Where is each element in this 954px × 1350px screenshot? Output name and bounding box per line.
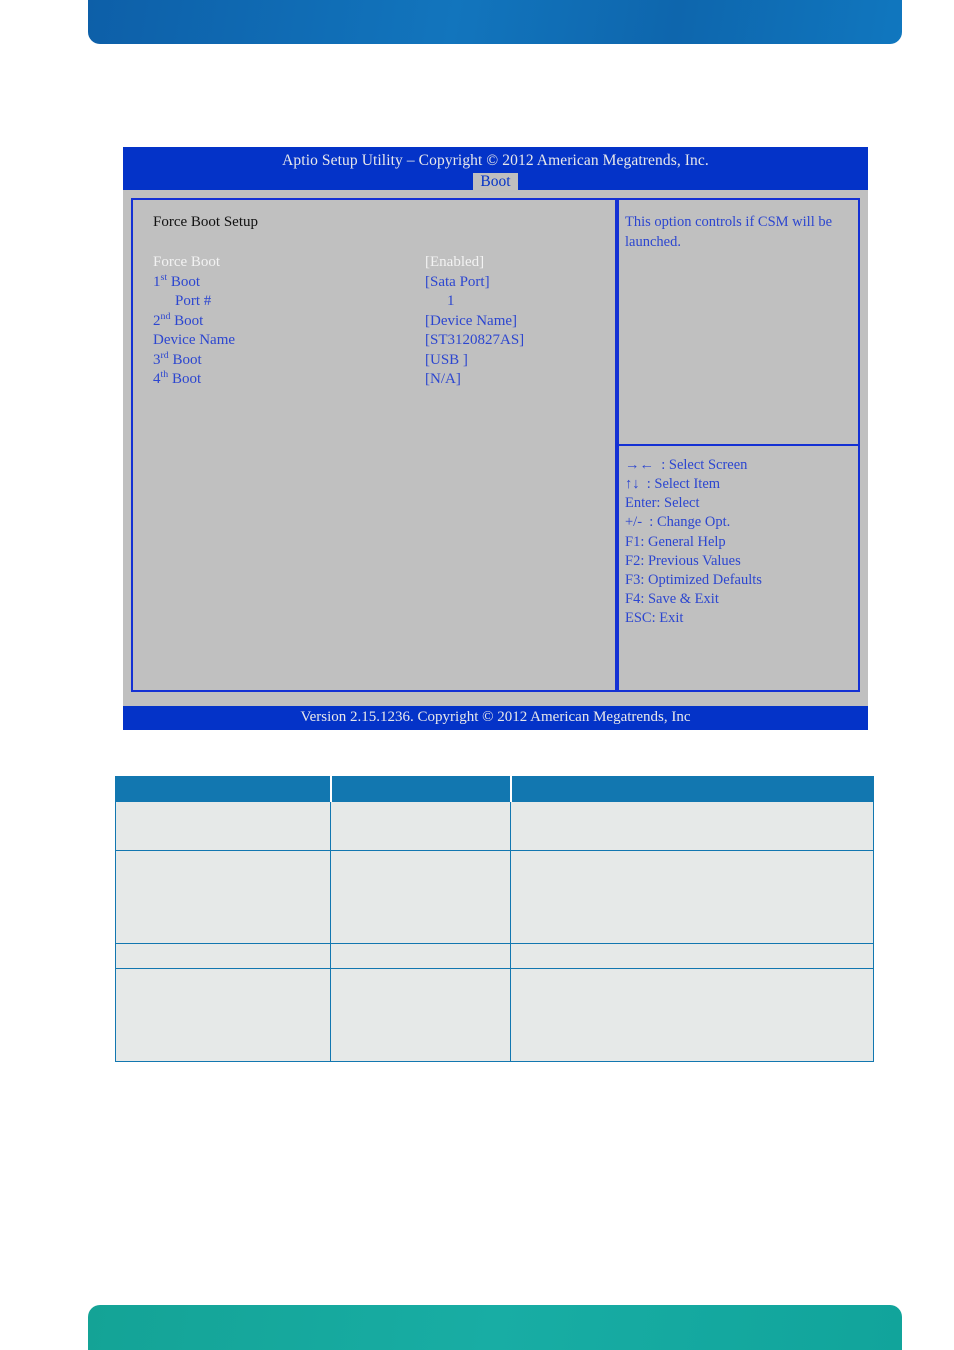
table-cell [115, 801, 331, 851]
key-legend-line: →← : Select Screen [625, 457, 748, 473]
key-legend-line: F2: Previous Values [625, 552, 741, 569]
table-row [115, 943, 874, 969]
help-text: This option controls if CSM will be laun… [625, 214, 833, 250]
setting-value[interactable]: [Sata Port] [425, 273, 615, 293]
bios-setup-screen: Aptio Setup Utility – Copyright © 2012 A… [123, 147, 868, 730]
table-cell [330, 943, 511, 969]
setting-value[interactable]: [Enabled] [425, 253, 615, 273]
setting-label: 3rd Boot [153, 349, 202, 368]
bios-title: Aptio Setup Utility – Copyright © 2012 A… [282, 152, 709, 169]
key-legend-line: F3: Optimized Defaults [625, 571, 762, 588]
ordinal-suffix: st [160, 271, 168, 283]
ordinal-suffix: rd [160, 349, 169, 361]
tab-boot[interactable]: Boot [473, 173, 518, 193]
setting-label: Port # [175, 293, 212, 309]
ordinal-suffix: th [160, 369, 169, 380]
table-cell [115, 943, 331, 969]
setting-value[interactable]: [USB ] [425, 351, 615, 371]
bottom-decorative-banner [88, 1305, 902, 1350]
table-row [115, 968, 874, 1062]
ordinal-suffix: nd [160, 310, 171, 322]
table-cell [330, 850, 511, 944]
setting-row[interactable]: 3rd Boot [USB ] [153, 349, 615, 371]
table-row [115, 801, 874, 851]
setting-value[interactable]: [ST3120827AS] [425, 331, 615, 351]
bios-footer: Version 2.15.1236. Copyright © 2012 Amer… [123, 706, 868, 730]
right-panel: This option controls if CSM will be laun… [617, 198, 860, 692]
table-header-cell [115, 776, 332, 802]
table-cell [330, 801, 511, 851]
setting-label: 2nd Boot [153, 310, 204, 329]
data-table [115, 776, 874, 1062]
table-header-cell [330, 776, 512, 802]
key-legend-box: →← : Select Screen ↑↓ : Select Item Enter:… [617, 446, 860, 692]
key-legend-line: ↑↓ : Select Item [625, 476, 721, 493]
table-cell [510, 801, 874, 851]
table-cell [115, 968, 331, 1062]
setting-value[interactable]: [Device Name] [425, 312, 615, 332]
options-list: Force Boot [Enabled] 1st Boot [Sata Port] Po… [153, 253, 615, 390]
setting-row[interactable]: 1st Boot [Sata Port] [153, 271, 615, 293]
table-cell [510, 850, 874, 944]
key-legend-line: Enter: Select [625, 495, 700, 512]
setting-label: Force Boot [153, 254, 221, 270]
setting-label: Device Name [153, 332, 236, 348]
key-legend-line: ESC: Exit [625, 610, 684, 626]
setting-value[interactable]: 1 [447, 292, 615, 312]
table-header-cell [510, 776, 874, 802]
setting-row[interactable]: Port # 1 [153, 292, 615, 312]
bios-title-bar: Aptio Setup Utility – Copyright © 2012 A… [123, 147, 868, 193]
section-heading: Force Boot Setup [153, 214, 258, 230]
setting-label: 1st Boot [153, 271, 201, 290]
table-header-row [115, 776, 874, 802]
bios-body: Force Boot Setup Force Boot [Enabled] 1st … [123, 190, 868, 700]
table-row [115, 850, 874, 944]
settings-panel: Force Boot Setup Force Boot [Enabled] 1st … [131, 198, 617, 692]
key-legend-line: F1: General Help [625, 533, 726, 550]
table-cell [510, 968, 874, 1062]
setting-value[interactable]: [N/A] [425, 370, 615, 390]
setting-row[interactable]: 2nd Boot [Device Name] [153, 310, 615, 332]
bios-tab-bar: Boot [123, 172, 868, 193]
table-cell [330, 968, 511, 1062]
setting-label: 4th Boot [153, 369, 202, 387]
table-cell [115, 850, 331, 944]
setting-row[interactable]: 4th Boot [N/A] [153, 370, 615, 390]
help-text-box: This option controls if CSM will be laun… [617, 198, 860, 446]
key-legend-line: F4: Save & Exit [625, 590, 719, 607]
setting-row[interactable]: Device Name [ST3120827AS] [153, 331, 615, 351]
top-decorative-banner [88, 0, 902, 44]
key-legend-line: +/- : Change Opt. [625, 514, 731, 531]
setting-row[interactable]: Force Boot [Enabled] [153, 253, 615, 273]
table-cell [510, 943, 874, 969]
